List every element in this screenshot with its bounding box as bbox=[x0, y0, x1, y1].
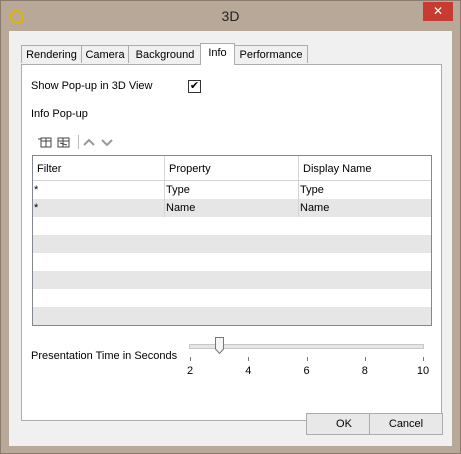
tab-info[interactable]: Info bbox=[200, 43, 235, 65]
table-row[interactable]: * Name Name bbox=[33, 199, 431, 217]
dialog-window: 3D ✕ Rendering Camera Background Info Pe… bbox=[0, 0, 461, 454]
info-popup-grid: Filter Property Display Name * Type Type… bbox=[32, 155, 432, 326]
show-popup-label: Show Pop-up in 3D View bbox=[31, 80, 153, 92]
cell-filter[interactable]: * bbox=[33, 199, 165, 217]
title-bar[interactable]: 3D ✕ bbox=[1, 1, 460, 31]
info-popup-label: Info Pop-up bbox=[31, 108, 88, 120]
cell-display-name[interactable]: Type bbox=[299, 181, 431, 199]
grid-header: Filter Property Display Name bbox=[33, 156, 431, 181]
empty-row bbox=[33, 289, 431, 307]
slider-tick bbox=[248, 357, 250, 361]
dialog-body: Rendering Camera Background Info Perform… bbox=[9, 31, 452, 446]
tab-performance[interactable]: Performance bbox=[234, 45, 308, 63]
close-button[interactable]: ✕ bbox=[423, 2, 453, 21]
empty-row bbox=[33, 307, 431, 325]
column-header-display-name[interactable]: Display Name bbox=[299, 156, 431, 180]
tab-label: Rendering bbox=[26, 49, 77, 61]
slider-tick-label: 6 bbox=[303, 365, 310, 377]
move-up-icon[interactable] bbox=[82, 135, 96, 149]
tab-label: Camera bbox=[85, 49, 125, 61]
slider-tick bbox=[364, 357, 366, 361]
tab-label: Performance bbox=[239, 49, 303, 61]
cell-display-name[interactable]: Name bbox=[299, 199, 431, 217]
tab-label: Info bbox=[208, 47, 227, 59]
slider-tick-label: 8 bbox=[361, 365, 368, 377]
column-header-filter[interactable]: Filter bbox=[33, 156, 165, 180]
column-header-property[interactable]: Property bbox=[165, 156, 299, 180]
tab-rendering[interactable]: Rendering bbox=[21, 45, 82, 63]
cell-filter[interactable]: * bbox=[33, 181, 165, 199]
slider-tick bbox=[306, 357, 308, 361]
presentation-time-slider[interactable] bbox=[189, 344, 424, 349]
table-row[interactable]: * Type Type bbox=[33, 181, 431, 199]
cell-property[interactable]: Type bbox=[165, 181, 299, 199]
close-icon: ✕ bbox=[432, 4, 444, 18]
move-down-icon[interactable] bbox=[100, 135, 114, 149]
cancel-button[interactable]: Cancel bbox=[369, 413, 443, 435]
add-row-icon[interactable] bbox=[38, 135, 52, 149]
show-popup-checkbox[interactable]: ✔ bbox=[188, 80, 201, 93]
empty-row bbox=[33, 235, 431, 253]
tab-label: Background bbox=[135, 49, 195, 61]
toolbar-separator bbox=[78, 135, 79, 149]
remove-row-icon[interactable] bbox=[56, 135, 70, 149]
presentation-time-label: Presentation Time in Seconds bbox=[31, 350, 178, 362]
empty-row bbox=[33, 253, 431, 271]
cell-property[interactable]: Name bbox=[165, 199, 299, 217]
slider-tick-label: 4 bbox=[245, 365, 252, 377]
empty-row bbox=[33, 271, 431, 289]
slider-tick bbox=[190, 357, 191, 361]
slider-thumb[interactable] bbox=[215, 337, 225, 355]
tab-background[interactable]: Background bbox=[128, 45, 202, 63]
slider-tick-label: 10 bbox=[416, 365, 430, 377]
slider-tick-label: 2 bbox=[186, 365, 194, 377]
slider-tick bbox=[423, 357, 424, 361]
tab-camera[interactable]: Camera bbox=[81, 45, 129, 63]
info-tab-panel: Show Pop-up in 3D View ✔ Info Pop-up Fil… bbox=[21, 64, 442, 421]
empty-row bbox=[33, 217, 431, 235]
window-title: 3D bbox=[221, 8, 240, 24]
